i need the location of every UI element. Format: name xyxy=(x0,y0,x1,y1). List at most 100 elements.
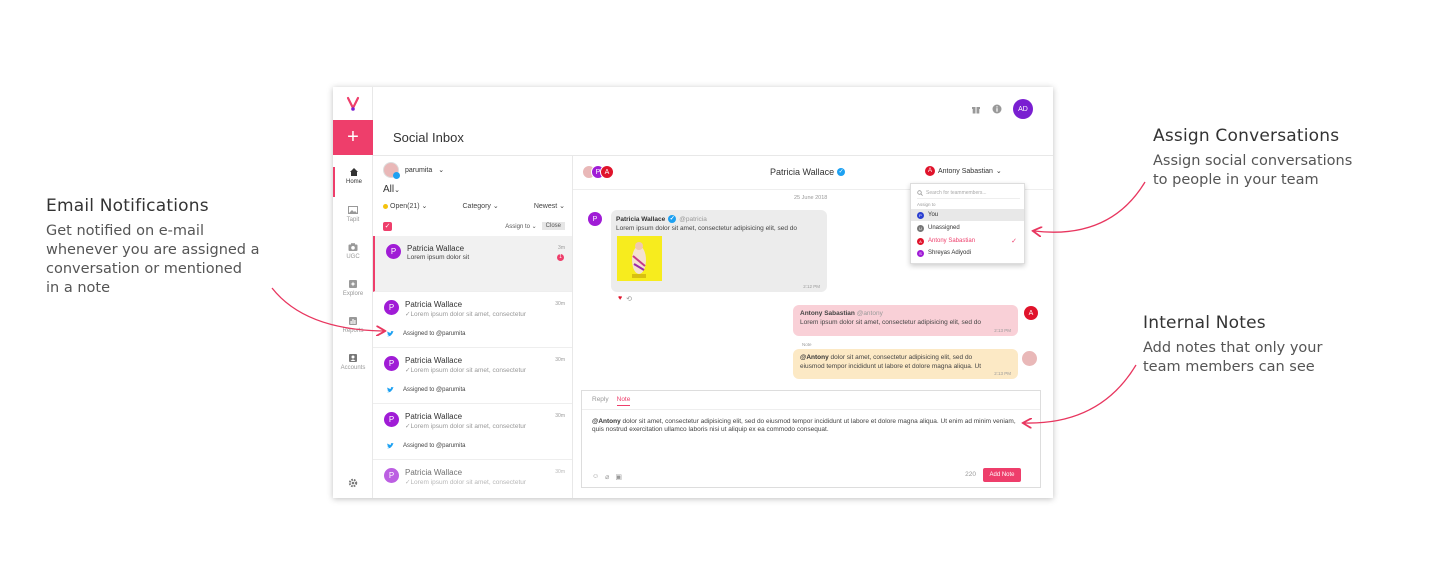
close-button[interactable]: Close xyxy=(541,222,565,230)
assignment-info: Assigned to @parumita xyxy=(387,387,465,393)
character-count: 220 xyxy=(965,471,976,478)
annotation-title: Internal Notes xyxy=(1143,313,1266,333)
conversation-item[interactable]: P Patricia Wallace ✓Lorem ipsum dolor si… xyxy=(373,292,572,348)
mention: @Antony xyxy=(592,418,621,425)
assign-dropdown: Search for teammembers... Assign to P Yo… xyxy=(910,183,1025,264)
message-time: 3m xyxy=(558,245,565,251)
camera-icon xyxy=(348,243,358,251)
twitter-icon xyxy=(387,331,394,337)
nav-item-tapit[interactable]: Tapit xyxy=(333,205,373,235)
check-icon: ✓ xyxy=(1011,238,1017,245)
conversation-item[interactable]: P Patricia Wallace ✓Lorem ipsum dolor si… xyxy=(373,460,572,498)
user-avatar[interactable]: AD xyxy=(1013,99,1033,119)
conversation-item[interactable]: P Patricia Wallace ✓Lorem ipsum dolor si… xyxy=(373,348,572,404)
contact-avatar: P xyxy=(384,300,399,315)
attachment-icon[interactable]: ⌀ xyxy=(605,473,609,481)
assignee-selector[interactable]: A Antony Sabastian ⌄ xyxy=(925,166,1002,176)
message-snippet: ✓Lorem ipsum dolor sit amet, consectetur xyxy=(405,423,527,430)
settings-button[interactable] xyxy=(333,475,373,493)
nav-item-ugc[interactable]: UGC xyxy=(333,242,373,272)
message-image[interactable] xyxy=(617,236,662,281)
message-author: Patricia Wallace ✓ @patricia xyxy=(616,215,707,223)
heart-icon[interactable]: ♥ xyxy=(618,295,622,303)
contact-name: Patricia Wallace xyxy=(405,468,463,477)
gift-icon[interactable] xyxy=(971,104,981,114)
annotation-line: in a note xyxy=(46,280,110,296)
photo-icon xyxy=(617,236,662,281)
tab-reply[interactable]: Reply xyxy=(592,396,609,406)
option-label: Shreyas Adiyodi xyxy=(928,250,972,256)
participant-avatars: P A xyxy=(582,165,614,179)
home-icon xyxy=(350,168,358,176)
nav-label: Home xyxy=(345,179,362,185)
chart-icon xyxy=(349,317,357,325)
account-avatar xyxy=(383,162,400,179)
nav-label: Tapit xyxy=(346,217,360,223)
twitter-icon xyxy=(387,443,394,449)
message-reactions: ♥ ⟲ xyxy=(618,295,632,303)
contact-avatar: P xyxy=(384,468,399,483)
assign-to-label: Assign to xyxy=(505,223,530,230)
conversation-item[interactable]: P Patricia Wallace Lorem ipsum dolor sit… xyxy=(373,236,572,292)
note-author-avatar xyxy=(1022,351,1037,366)
assign-option-unassigned[interactable]: U Unassigned xyxy=(911,222,1024,234)
teammember-search-input[interactable]: Search for teammembers... xyxy=(917,188,1020,199)
bulk-action-row: ✓ Assign to ⌄ Close xyxy=(383,220,565,232)
feature-showcase: Email Notifications Get notified on e-ma… xyxy=(0,0,1436,568)
nav-item-reports[interactable]: Reports xyxy=(333,316,373,346)
assign-option-shreyas[interactable]: S Shreyas Adiyodi xyxy=(911,247,1024,259)
explore-icon xyxy=(349,280,357,288)
assign-to-dropdown[interactable]: Assign to ⌄ xyxy=(505,223,536,230)
note-textarea[interactable]: @Antony dolor sit amet, consectetur adip… xyxy=(592,418,1022,434)
conversation-pane: P A Patricia Wallace ✓ A Antony Sabastia… xyxy=(573,155,1053,498)
retweet-icon[interactable]: ⟲ xyxy=(626,295,632,303)
option-avatar: A xyxy=(917,237,924,245)
account-selector[interactable]: parumita ⌄ xyxy=(383,162,444,179)
nav-label: Accounts xyxy=(340,365,366,371)
assign-option-you[interactable]: P You xyxy=(911,209,1024,221)
message-snippet: ✓Lorem ipsum dolor sit amet, consectetur xyxy=(405,311,527,318)
assign-option-antony[interactable]: A Antony Sabastian ✓ xyxy=(911,235,1024,247)
composer-divider xyxy=(582,409,1040,410)
outgoing-message: Antony Sabastian @antony Lorem ipsum dol… xyxy=(793,305,1018,336)
composer-text: dolor sit amet, consectetur adipisicing … xyxy=(592,418,1016,433)
create-button[interactable]: + xyxy=(333,120,373,155)
assignee-name: Antony Sabastian xyxy=(938,167,993,175)
message-time: 2:12 PM xyxy=(803,284,820,289)
assignee-avatar: A xyxy=(925,166,935,176)
nav-item-home[interactable]: Home xyxy=(333,167,373,197)
dropdown-label: Assign to xyxy=(917,202,936,207)
message-snippet: ✓Lorem ipsum dolor sit amet, consectetur xyxy=(405,367,527,374)
emoji-icon[interactable]: ☺ xyxy=(592,473,599,481)
contact-avatar: P xyxy=(384,356,399,371)
sort-filter[interactable]: Newest ⌄ xyxy=(534,202,565,210)
note-text-line: @Antony dolor sit amet, consectetur adip… xyxy=(800,354,972,361)
mention[interactable]: @Antony xyxy=(800,354,829,361)
contact-title: Patricia Wallace ✓ xyxy=(770,167,846,177)
annotation-internal-notes: Internal Notes Add notes that only your … xyxy=(1143,313,1363,377)
conversation-item[interactable]: P Patricia Wallace ✓Lorem ipsum dolor si… xyxy=(373,404,572,460)
annotation-title: Assign Conversations xyxy=(1153,126,1340,146)
annotation-line: whenever you are assigned a xyxy=(46,242,260,258)
info-icon[interactable] xyxy=(992,104,1002,114)
annotation-line: Get notified on e-mail xyxy=(46,223,204,239)
category-filter[interactable]: Category ⌄ xyxy=(463,202,499,210)
status-filter-label: Open(21) xyxy=(390,203,420,210)
assigned-to-text: Assigned to @parumita xyxy=(403,331,466,337)
tab-note[interactable]: Note xyxy=(616,396,631,406)
image-upload-icon[interactable]: ▣ xyxy=(615,473,622,481)
inbox-filter-all[interactable]: All⌄ xyxy=(383,184,400,195)
status-filter[interactable]: Open(21) ⌄ xyxy=(383,202,427,210)
verified-icon: ✓ xyxy=(837,168,846,176)
assigned-to-text: Assigned to @parumita xyxy=(403,443,466,449)
option-label: Antony Sabastian xyxy=(928,238,976,244)
contact-name: Patricia Wallace xyxy=(770,167,835,177)
nav-item-accounts[interactable]: Accounts xyxy=(333,353,373,383)
select-all-checkbox[interactable]: ✓ xyxy=(383,221,392,231)
author-name: Antony Sabastian xyxy=(800,310,855,317)
conversation-list: parumita ⌄ All⌄ Open(21) ⌄ Category ⌄ Ne… xyxy=(373,155,573,498)
add-note-button[interactable]: Add Note xyxy=(983,468,1021,482)
nav-item-explore[interactable]: Explore xyxy=(333,279,373,309)
contact-avatar: P xyxy=(384,412,399,427)
brand-logo-icon[interactable] xyxy=(333,87,373,120)
